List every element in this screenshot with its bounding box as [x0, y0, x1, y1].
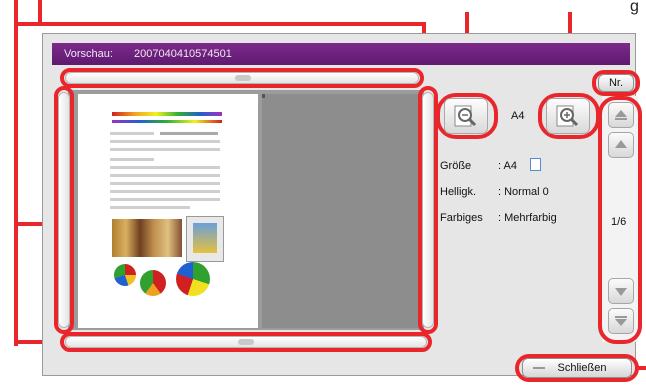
page-up-button[interactable]: [608, 132, 634, 158]
preview-next-page: [262, 94, 420, 328]
text-line: [110, 166, 220, 169]
color-band: [112, 120, 222, 123]
text-line: [110, 206, 190, 209]
color-label: Farbiges: [440, 212, 483, 224]
paper-orientation-icon: [530, 158, 541, 171]
pie-graphic: [176, 262, 210, 296]
first-page-button[interactable]: [608, 102, 634, 128]
number-button[interactable]: Nr.: [598, 74, 634, 92]
text-line: [110, 140, 220, 143]
text-line: [110, 148, 220, 151]
close-icon: [533, 367, 545, 369]
callout-line-left: [14, 0, 18, 346]
color-value: : Mehrfarbig: [498, 212, 557, 224]
thumbnail-frame: [186, 216, 224, 262]
image-block: [112, 219, 182, 257]
page-down-button[interactable]: [608, 278, 634, 304]
text-line: [110, 132, 154, 135]
preview-page: [78, 94, 258, 328]
zoom-in-icon: [556, 105, 579, 127]
callout-line-close: [636, 366, 646, 370]
vertical-scrollbar-right[interactable]: [422, 92, 434, 328]
horizontal-scrollbar-top[interactable]: [65, 72, 419, 84]
scroll-thumb[interactable]: [238, 339, 254, 345]
title-label: Vorschau:: [64, 48, 113, 60]
size-label: Größe: [440, 160, 472, 172]
page-up-icon: [615, 140, 627, 148]
text-line: [160, 132, 218, 135]
callout-line-top: [14, 22, 426, 26]
close-button[interactable]: Schließen: [522, 358, 632, 378]
nav-buttons: 1/6: [603, 102, 637, 338]
zoom-in-button[interactable]: [546, 98, 590, 134]
zoom-out-icon: [454, 105, 477, 127]
text-line: [110, 198, 220, 201]
text-line: [110, 158, 154, 161]
close-label: Schließen: [557, 362, 607, 374]
title-bar: Vorschau: 2007040410574501: [52, 43, 630, 65]
callout-line-top-2: [38, 0, 42, 22]
zoom-out-button[interactable]: [444, 98, 488, 134]
text-line: [110, 182, 220, 185]
page-down-icon: [615, 288, 627, 296]
document-id: 2007040410574501: [134, 48, 232, 60]
text-line: [110, 190, 220, 193]
scroll-thumb[interactable]: [235, 75, 251, 81]
size-value: : A4: [498, 160, 517, 172]
vertical-scrollbar-left[interactable]: [58, 92, 70, 328]
brightness-value: : Normal 0: [498, 186, 549, 198]
pie-graphic: [114, 264, 136, 286]
horizontal-scrollbar-bottom[interactable]: [65, 336, 427, 348]
last-page-button[interactable]: [608, 308, 634, 334]
color-band: [112, 112, 222, 116]
page-indicator: 1/6: [611, 216, 627, 228]
paper-size: A4: [511, 110, 525, 122]
text-line: [110, 174, 220, 177]
pie-graphic: [140, 270, 166, 296]
brightness-label: Helligk.: [440, 186, 477, 198]
last-page-icon: [615, 316, 627, 326]
first-page-icon: [615, 110, 627, 120]
callout-text: g: [630, 0, 639, 15]
